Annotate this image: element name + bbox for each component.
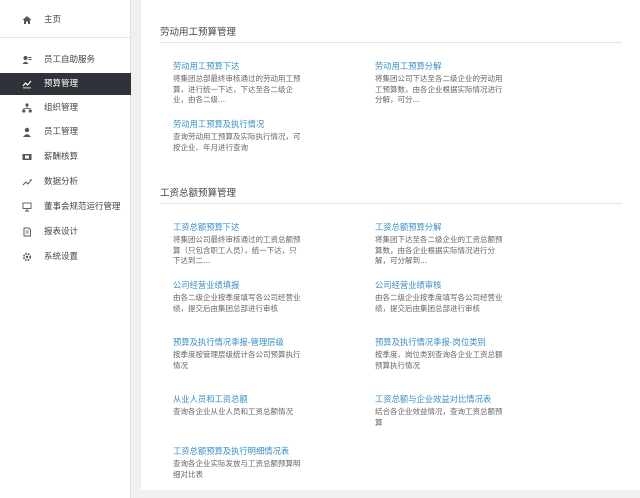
section-title-wage-budget: 工资总额预算管理	[160, 188, 237, 199]
section-divider	[160, 203, 622, 204]
sidebar-item-label: 董事会规范运行管理	[44, 202, 121, 212]
card-link[interactable]: 劳动用工预算分解	[375, 61, 505, 71]
sidebar-item-payroll[interactable]: 薪酬核算	[0, 146, 131, 168]
sidebar-item-data-analysis[interactable]: 数据分析	[0, 171, 131, 193]
card-wage-vs-benefit: 工资总额与企业效益对比情况表 结合各企业效益情况，查询工资总额预算	[375, 394, 505, 428]
sidebar-item-home[interactable]: 主页	[0, 9, 131, 31]
card-link[interactable]: 工资总额预算分解	[375, 222, 505, 232]
card-link[interactable]: 从业人员和工资总额	[173, 394, 303, 404]
card-description: 查询各企业从业人员和工资总额情况	[173, 407, 293, 416]
sidebar-item-system-settings[interactable]: 系统设置	[0, 246, 131, 268]
card-link[interactable]: 劳动用工预算及执行情况	[173, 119, 303, 129]
card-link[interactable]: 劳动用工预算下达	[173, 61, 303, 71]
card-description: 由各二级企业按季度填写各公司经营业绩，提交后由集团总部进行审核	[173, 293, 301, 313]
card-description: 由各二级企业按季度填写各公司经营业绩，提交后由集团总部进行审核	[375, 293, 503, 313]
card-quarterly-report-management-level: 预算及执行情况季报-管理层级 按季度按管理层级统计各公司预算执行情况	[173, 337, 303, 371]
card-link[interactable]: 预算及执行情况季报-岗位类别	[375, 337, 505, 347]
sidebar-item-label: 薪酬核算	[44, 152, 79, 162]
sidebar-divider	[0, 37, 131, 38]
home-icon	[22, 16, 32, 24]
salary-icon	[22, 154, 32, 160]
sidebar-item-employee-management[interactable]: 员工管理	[0, 121, 131, 143]
sidebar-item-label: 报表设计	[44, 227, 79, 237]
report-icon	[23, 227, 31, 237]
card-wage-budget-issue: 工资总额预算下达 将集团公司最终审核通过的工资总额预算（只包含职工人员），统一下…	[173, 222, 303, 267]
card-link[interactable]: 工资总额与企业效益对比情况表	[375, 394, 505, 404]
sidebar-item-label: 员工管理	[44, 127, 79, 137]
card-link[interactable]: 公司经营业绩填报	[173, 280, 303, 290]
sidebar-item-label: 数据分析	[44, 177, 79, 187]
sidebar-item-board-governance[interactable]: 董事会规范运行管理	[0, 196, 131, 218]
card-description: 将集团下达至各二级企业的工资总额预算数，由各企业根据实际情况进行分解，可分解到.…	[375, 235, 503, 265]
card-labor-budget-execution: 劳动用工预算及执行情况 查询劳动用工预算及实际执行情况，可按企业、年月进行查询	[173, 119, 303, 153]
card-link[interactable]: 预算及执行情况季报-管理层级	[173, 337, 303, 347]
person-icon	[23, 127, 31, 137]
sidebar-item-label: 员工自助服务	[44, 55, 96, 65]
analysis-icon	[22, 179, 32, 186]
sidebar-item-employee-self-service[interactable]: 员工自助服务	[0, 49, 131, 71]
sidebar: 主页 员工自助服务 预算管理 组织管理 员工管理 薪酬核算 数据分析 董事会规范…	[0, 0, 131, 498]
sidebar-item-label: 主页	[44, 15, 62, 25]
card-performance-fill: 公司经营业绩填报 由各二级企业按季度填写各公司经营业绩，提交后由集团总部进行审核	[173, 280, 303, 314]
board-icon	[22, 202, 32, 212]
card-quarterly-report-position-category: 预算及执行情况季报-岗位类别 按季度、岗位类别查询各企业工资总额预算执行情况	[375, 337, 505, 371]
card-description: 将集团公司最终审核通过的工资总额预算（只包含职工人员），统一下达，只下达到二..…	[173, 235, 301, 265]
sidebar-item-report-design[interactable]: 报表设计	[0, 221, 131, 243]
card-description: 查询各企业实际发放与工资总额预算明细对比表	[173, 459, 301, 479]
card-wage-budget-breakdown: 工资总额预算分解 将集团下达至各二级企业的工资总额预算数，由各企业根据实际情况进…	[375, 222, 505, 267]
page-background-strip	[141, 490, 640, 498]
card-labor-budget-issue: 劳动用工预算下达 将集团总部最终审核通过的劳动用工预算，进行统一下达，下达至各二…	[173, 61, 303, 106]
card-wage-execution-detail: 工资总额预算及执行明细情况表 查询各企业实际发放与工资总额预算明细对比表	[173, 446, 303, 480]
card-labor-budget-breakdown: 劳动用工预算分解 将集团公司下达至各二级企业的劳动用工预算数，由各企业根据实际情…	[375, 61, 505, 106]
main-content: 劳动用工预算管理 劳动用工预算下达 将集团总部最终审核通过的劳动用工预算，进行统…	[141, 0, 640, 498]
card-link[interactable]: 工资总额预算及执行明细情况表	[173, 446, 303, 456]
org-tree-icon	[22, 103, 32, 113]
settings-icon	[22, 252, 32, 262]
card-description: 按季度、岗位类别查询各企业工资总额预算执行情况	[375, 350, 503, 370]
card-description: 按季度按管理层级统计各公司预算执行情况	[173, 350, 301, 370]
sidebar-item-organization[interactable]: 组织管理	[0, 97, 131, 119]
card-staff-and-wages: 从业人员和工资总额 查询各企业从业人员和工资总额情况	[173, 394, 303, 418]
card-description: 查询劳动用工预算及实际执行情况，可按企业、年月进行查询	[173, 132, 301, 152]
card-description: 将集团公司下达至各二级企业的劳动用工预算数，由各企业根据实际情况进行分解，可分.…	[375, 74, 503, 104]
card-link[interactable]: 公司经营业绩审核	[375, 280, 505, 290]
sidebar-item-label: 组织管理	[44, 103, 79, 113]
section-title-labor-budget: 劳动用工预算管理	[160, 27, 237, 38]
budget-chart-icon	[22, 80, 32, 89]
sidebar-item-budget-management[interactable]: 预算管理	[0, 73, 131, 95]
sidebar-item-label: 系统设置	[44, 252, 79, 262]
card-description: 将集团总部最终审核通过的劳动用工预算，进行统一下达，下达至各二级企业，由各二级.…	[173, 74, 301, 104]
user-card-icon	[22, 56, 32, 64]
card-performance-review: 公司经营业绩审核 由各二级企业按季度填写各公司经营业绩，提交后由集团总部进行审核	[375, 280, 505, 314]
section-divider	[160, 42, 622, 43]
card-description: 结合各企业效益情况，查询工资总额预算	[375, 407, 503, 427]
card-link[interactable]: 工资总额预算下达	[173, 222, 303, 232]
sidebar-item-label: 预算管理	[44, 79, 79, 89]
